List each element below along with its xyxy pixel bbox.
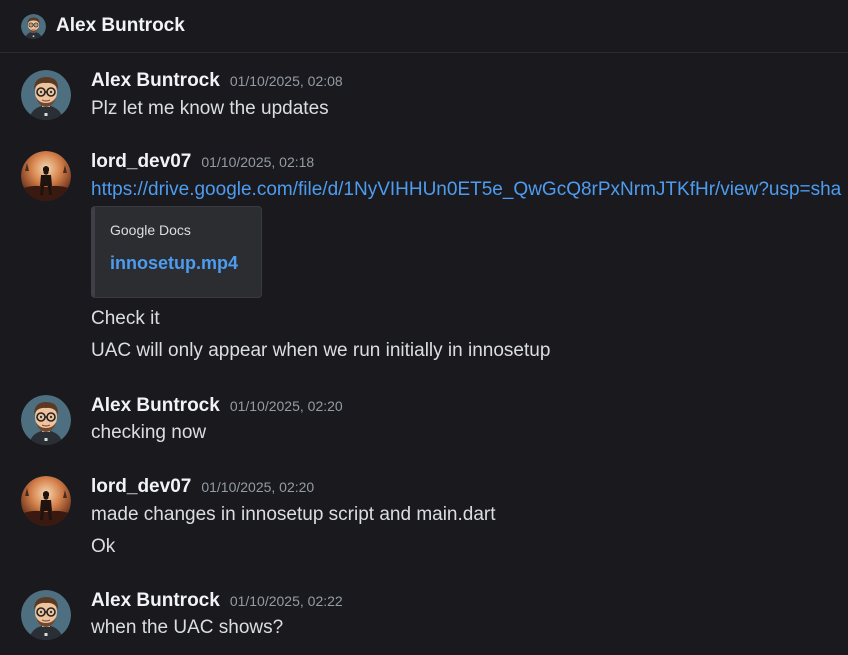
message-author[interactable]: Alex Buntrock <box>91 70 220 92</box>
embed-provider: Google Docs <box>110 222 191 238</box>
channel-title[interactable]: Alex Buntrock <box>56 15 185 37</box>
message-timestamp: 01/10/2025, 02:08 <box>229 73 343 89</box>
message-text: Plz let me know the updates <box>91 98 329 119</box>
message-list[interactable]: Alex Buntrock 01/10/2025, 02:08 Plz let … <box>0 54 848 655</box>
message-author[interactable]: lord_dev07 <box>91 151 191 173</box>
alex-avatar-icon[interactable] <box>21 395 71 445</box>
message-text: when the UAC shows? <box>91 617 284 638</box>
message-text: UAC will only appear when we run initial… <box>91 340 551 361</box>
drive-link[interactable]: https://drive.google.com/file/d/1NyVIHHU… <box>91 179 841 201</box>
message-text: Ok <box>91 536 116 557</box>
message-timestamp: 01/10/2025, 02:22 <box>229 593 343 609</box>
message-text: Check it <box>91 308 160 329</box>
message-author[interactable]: lord_dev07 <box>91 476 191 498</box>
alex-avatar-icon[interactable] <box>21 14 46 39</box>
channel-header: Alex Buntrock <box>0 0 848 53</box>
message-author[interactable]: Alex Buntrock <box>91 395 220 417</box>
message-timestamp: 01/10/2025, 02:20 <box>229 398 343 414</box>
lord-dev-avatar-icon[interactable] <box>21 151 71 201</box>
link-embed-card: Google Docs innosetup.mp4 <box>91 206 262 298</box>
message-text: made changes in innosetup script and mai… <box>91 504 496 525</box>
embed-title-link[interactable]: innosetup.mp4 <box>110 253 238 274</box>
message-author[interactable]: Alex Buntrock <box>91 590 220 612</box>
alex-avatar-icon[interactable] <box>21 590 71 640</box>
message-text: checking now <box>91 422 207 443</box>
message-timestamp: 01/10/2025, 02:20 <box>201 479 315 495</box>
lord-dev-avatar-icon[interactable] <box>21 476 71 526</box>
message-timestamp: 01/10/2025, 02:18 <box>201 154 315 170</box>
alex-avatar-icon[interactable] <box>21 70 71 120</box>
